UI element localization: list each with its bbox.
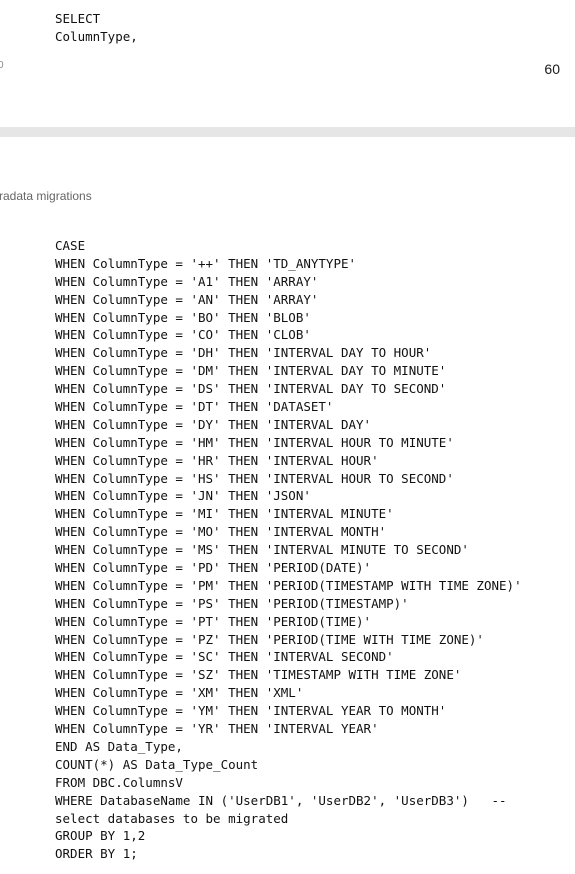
code-line: ORDER BY 1; [55,846,138,862]
code-line: WHEN ColumnType = 'PT' THEN 'PERIOD(TIME… [55,613,372,629]
code-line: select databases to be migrated [55,810,289,826]
code-line: GROUP BY 1,2 [55,828,146,844]
code-line: WHEN ColumnType = 'PZ' THEN 'PERIOD(TIME… [55,631,484,647]
code-line: WHEN ColumnType = 'AN' THEN 'ARRAY' [55,291,319,307]
code-line: WHEN ColumnType = 'HM' THEN 'INTERVAL HO… [55,434,454,450]
code-line: CASE [55,238,86,253]
code-line: WHERE DatabaseName IN ('UserDB1', 'UserD… [55,792,507,808]
code-line: WHEN ColumnType = 'SZ' THEN 'TIMESTAMP W… [55,667,462,683]
code-line: WHEN ColumnType = 'MO' THEN 'INTERVAL MO… [55,524,387,540]
code-line: END AS Data_Type, [55,738,183,754]
code-line: WHEN ColumnType = 'SC' THEN 'INTERVAL SE… [55,649,394,665]
sql-code-block-main: CASE WHEN ColumnType = '++' THEN 'TD_ANYT… [55,237,522,863]
code-line: WHEN ColumnType = 'DM' THEN 'INTERVAL DA… [55,363,447,379]
code-line: WHEN ColumnType = 'A1' THEN 'ARRAY' [55,273,319,289]
code-line: WHEN ColumnType = 'HS' THEN 'INTERVAL HO… [55,470,454,486]
code-line: WHEN ColumnType = 'DT' THEN 'DATASET' [55,399,334,415]
code-line: WHEN ColumnType = 'PD' THEN 'PERIOD(DATE… [55,560,372,576]
left-margin-number: 0 [0,60,4,71]
sql-code-block-top: SELECT ColumnType, [55,10,138,46]
code-line: WHEN ColumnType = 'MS' THEN 'INTERVAL MI… [55,542,469,558]
code-line: WHEN ColumnType = 'PS' THEN 'PERIOD(TIME… [55,595,409,611]
code-line: WHEN ColumnType = 'DS' THEN 'INTERVAL DA… [55,381,447,397]
code-line: COUNT(*) AS Data_Type_Count [55,756,259,772]
code-line: WHEN ColumnType = 'YR' THEN 'INTERVAL YE… [55,721,379,737]
code-line: FROM DBC.ColumnsV [55,774,183,790]
code-line: WHEN ColumnType = 'DH' THEN 'INTERVAL DA… [55,345,432,361]
page-number: 60 [544,61,560,77]
code-line: WHEN ColumnType = 'XM' THEN 'XML' [55,685,304,701]
code-line: WHEN ColumnType = 'HR' THEN 'INTERVAL HO… [55,452,379,468]
code-line: ColumnType, [55,29,138,44]
code-line: WHEN ColumnType = 'JN' THEN 'JSON' [55,488,311,504]
code-line: WHEN ColumnType = 'MI' THEN 'INTERVAL MI… [55,506,394,522]
code-line: WHEN ColumnType = 'YM' THEN 'INTERVAL YE… [55,703,447,719]
code-line: WHEN ColumnType = '++' THEN 'TD_ANYTYPE' [55,255,357,271]
running-header: radata migrations [0,189,92,203]
code-line: WHEN ColumnType = 'CO' THEN 'CLOB' [55,327,311,343]
code-line: WHEN ColumnType = 'BO' THEN 'BLOB' [55,309,311,325]
code-line: SELECT [55,11,101,26]
code-line: WHEN ColumnType = 'DY' THEN 'INTERVAL DA… [55,416,372,432]
code-line: WHEN ColumnType = 'PM' THEN 'PERIOD(TIME… [55,577,522,593]
page-separator [0,127,575,137]
